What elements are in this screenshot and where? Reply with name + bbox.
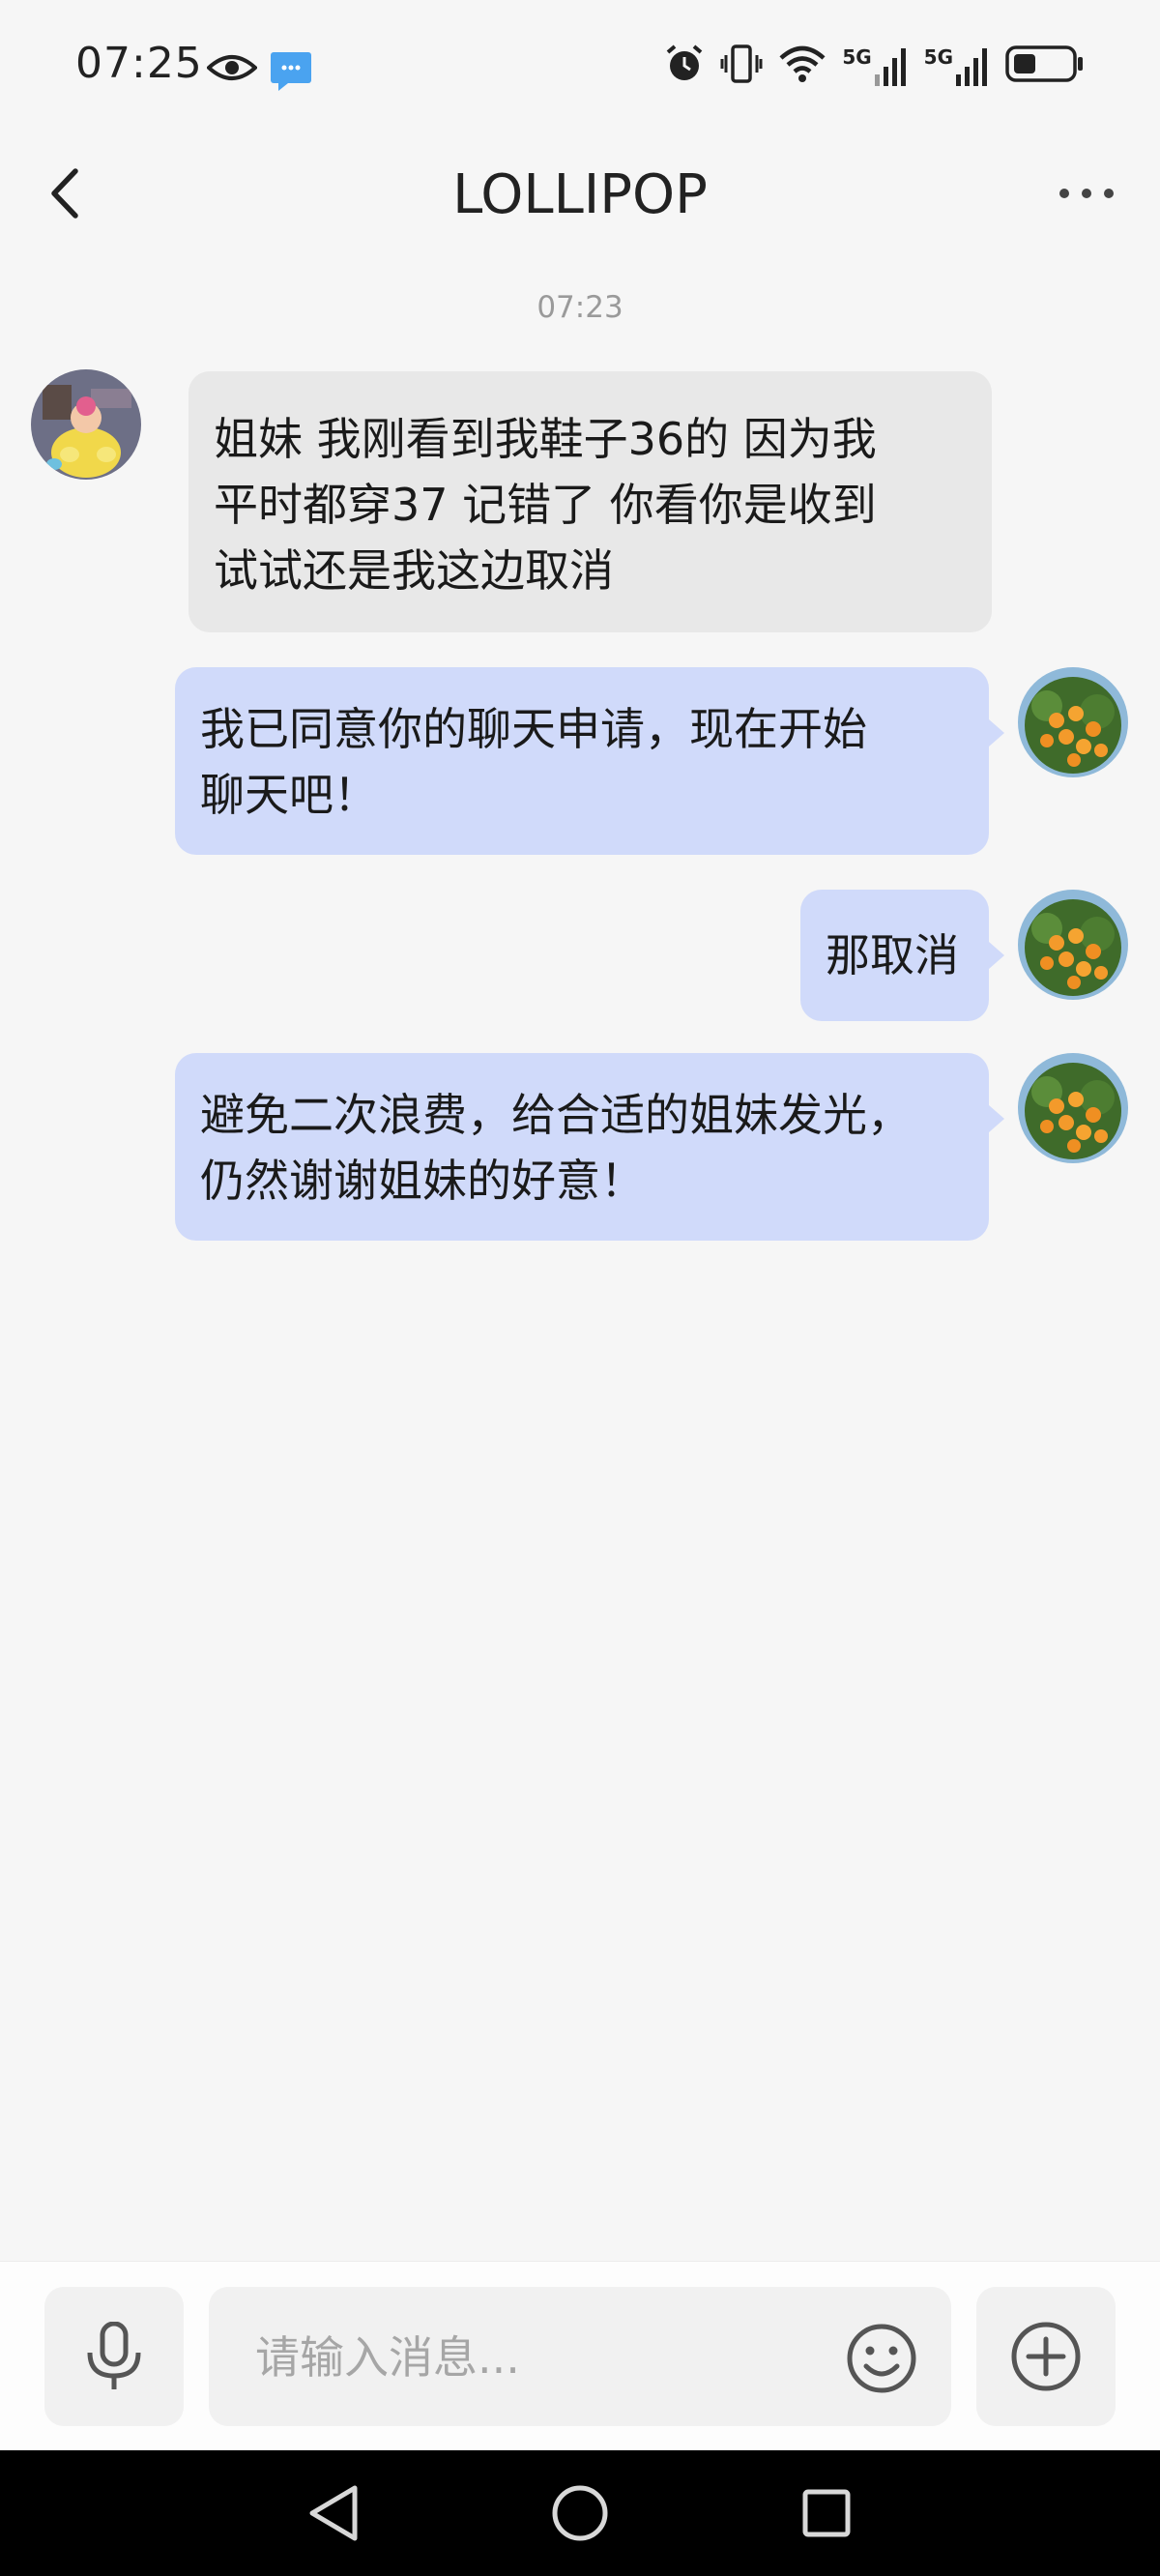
message-field bbox=[209, 2287, 951, 2428]
signal-5g-icon: 5G bbox=[842, 45, 908, 86]
message-bubble-outgoing[interactable]: 那取消 bbox=[800, 890, 989, 1021]
chat-title: LOLLIPOP bbox=[452, 163, 708, 226]
avatar[interactable] bbox=[1018, 890, 1128, 1000]
emoji-icon bbox=[847, 2324, 916, 2393]
recents-square-icon bbox=[802, 2489, 851, 2537]
orange-tree-avatar-icon bbox=[1018, 667, 1128, 777]
wifi-icon bbox=[778, 44, 826, 87]
message-bubble-outgoing[interactable]: 我已同意你的聊天申请，现在开始 聊天吧！ bbox=[175, 667, 989, 855]
message-line: 试试还是我这边取消 bbox=[214, 544, 614, 597]
bubble-tail bbox=[989, 942, 1004, 969]
voice-button[interactable] bbox=[44, 2287, 184, 2426]
message-line: 仍然谢谢姐妹的好意！ bbox=[200, 1155, 645, 1207]
back-triangle-icon bbox=[309, 2485, 358, 2541]
message-line: 平时都穿37 记错了 你看你是收到 bbox=[214, 479, 877, 531]
message-input[interactable] bbox=[253, 2287, 798, 2428]
avatar[interactable] bbox=[1018, 667, 1128, 777]
bubble-tail bbox=[989, 1105, 1004, 1132]
plus-circle-icon bbox=[1011, 2322, 1081, 2391]
battery-icon bbox=[1005, 44, 1085, 87]
orange-tree-avatar-icon bbox=[1018, 1053, 1128, 1163]
more-button[interactable] bbox=[1048, 160, 1125, 227]
nav-back-button[interactable] bbox=[295, 2474, 372, 2552]
message-line: 我已同意你的聊天申请，现在开始 bbox=[200, 703, 867, 755]
avatar[interactable] bbox=[31, 369, 141, 480]
add-attachment-button[interactable] bbox=[976, 2287, 1116, 2426]
message-timestamp: 07:23 bbox=[536, 290, 624, 325]
eye-icon bbox=[206, 52, 258, 87]
chat-header: LOLLIPOP bbox=[0, 140, 1160, 247]
microphone-icon bbox=[87, 2322, 141, 2389]
alarm-icon bbox=[664, 44, 705, 88]
message-line: 那取消 bbox=[826, 929, 959, 981]
message-line: 避免二次浪费，给合适的姐妹发光， bbox=[200, 1089, 912, 1141]
status-icons: 5G 5G bbox=[664, 44, 1085, 88]
orange-tree-avatar-icon bbox=[1018, 890, 1128, 1000]
message-bubble-outgoing[interactable]: 避免二次浪费，给合适的姐妹发光， 仍然谢谢姐妹的好意！ bbox=[175, 1053, 989, 1241]
status-time: 07:25 bbox=[75, 39, 203, 88]
home-circle-icon bbox=[552, 2485, 608, 2541]
nav-recents-button[interactable] bbox=[788, 2474, 865, 2552]
signal-5g-icon: 5G bbox=[924, 45, 990, 86]
emoji-button[interactable] bbox=[843, 2320, 920, 2397]
avatar[interactable] bbox=[1018, 1053, 1128, 1163]
message-line: 姐妹 我刚看到我鞋子36的 因为我 bbox=[214, 413, 877, 465]
nav-home-button[interactable] bbox=[541, 2474, 619, 2552]
vibrate-icon bbox=[720, 44, 763, 88]
bubble-tail bbox=[989, 719, 1004, 746]
system-nav-bar bbox=[0, 2450, 1160, 2576]
cartoon-avatar-icon bbox=[31, 369, 141, 480]
message-line: 聊天吧！ bbox=[200, 769, 378, 821]
network-label: 5G bbox=[842, 45, 872, 69]
message-notification-icon bbox=[269, 50, 313, 95]
more-dots-icon bbox=[1059, 189, 1114, 198]
status-bar: 07:25 5G 5G bbox=[0, 0, 1160, 140]
network-label: 5G bbox=[923, 45, 953, 69]
message-input-bar bbox=[0, 2261, 1160, 2451]
message-bubble-incoming[interactable]: 姐妹 我刚看到我鞋子36的 因为我 平时都穿37 记错了 你看你是收到 试试还是… bbox=[188, 371, 992, 632]
